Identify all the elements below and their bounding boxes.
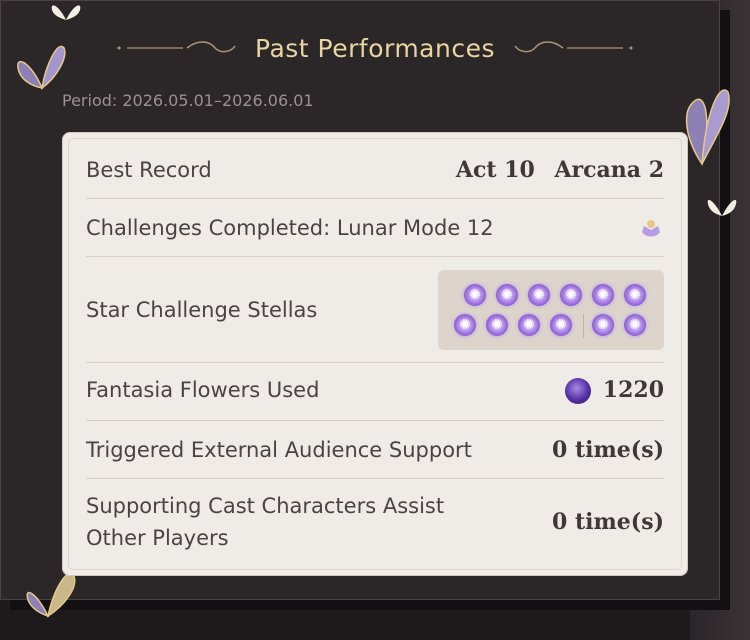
- fantasia-flower-icon: [564, 377, 591, 404]
- stellas-panel: [438, 270, 664, 350]
- flowers-label: Fantasia Flowers Used: [86, 378, 320, 402]
- best-record-value: Act 10 Arcana 2: [444, 157, 664, 183]
- stella-divider: [583, 314, 584, 338]
- divider: [86, 256, 664, 257]
- best-record-row: Best Record Act 10 Arcana 2: [86, 150, 664, 190]
- external-support-label: Triggered External Audience Support: [86, 438, 472, 462]
- challenges-row: Challenges Completed: Lunar Mode 12: [86, 208, 664, 248]
- best-record-label: Best Record: [86, 158, 212, 182]
- stella-icon: [624, 314, 646, 336]
- stella-icon: [464, 284, 486, 306]
- stella-icon: [486, 314, 508, 336]
- cast-assist-value: 0 time(s): [552, 509, 664, 535]
- stella-icon: [550, 314, 572, 336]
- stella-icon: [560, 284, 582, 306]
- ornament-right-icon: [514, 41, 633, 53]
- divider: [86, 478, 664, 479]
- lunar-mode-icon: [642, 220, 660, 237]
- divider: [86, 420, 664, 421]
- ornament-left-icon: [117, 41, 236, 53]
- stats-card: Best Record Act 10 Arcana 2 Challenges C…: [62, 132, 688, 576]
- cast-assist-label: Supporting Cast Characters Assist Other …: [86, 490, 444, 554]
- stella-icon: [454, 314, 476, 336]
- stella-icon: [624, 284, 646, 306]
- stellas-label: Star Challenge Stellas: [86, 298, 318, 322]
- title-row: Past Performances: [0, 26, 750, 70]
- stellas-row: Star Challenge Stellas: [86, 268, 664, 352]
- page-title: Past Performances: [255, 33, 495, 63]
- best-record-act: Act 10: [455, 157, 535, 183]
- external-support-value: 0 time(s): [552, 437, 664, 463]
- cast-assist-row: Supporting Cast Characters Assist Other …: [86, 486, 664, 558]
- butterfly-icon: [707, 200, 737, 216]
- best-record-arcana: Arcana 2: [554, 157, 664, 183]
- flowers-row: Fantasia Flowers Used 1220: [86, 370, 664, 410]
- flowers-value: 1220: [602, 376, 664, 403]
- stella-icon: [592, 284, 614, 306]
- flowers-value-group: 1220: [564, 376, 664, 404]
- challenges-label: Challenges Completed: Lunar Mode 12: [86, 216, 494, 240]
- cast-assist-label-line2: Other Players: [86, 526, 229, 550]
- butterfly-icon: [51, 5, 81, 20]
- external-support-row: Triggered External Audience Support 0 ti…: [86, 430, 664, 470]
- cast-assist-label-line1: Supporting Cast Characters Assist: [86, 494, 445, 518]
- stella-icon: [496, 284, 518, 306]
- period-text: Period: 2026.05.01–2026.06.01: [62, 91, 314, 110]
- stella-icon: [518, 314, 540, 336]
- divider: [86, 198, 664, 199]
- divider: [86, 362, 664, 363]
- stella-icon: [592, 314, 614, 336]
- stella-icon: [528, 284, 550, 306]
